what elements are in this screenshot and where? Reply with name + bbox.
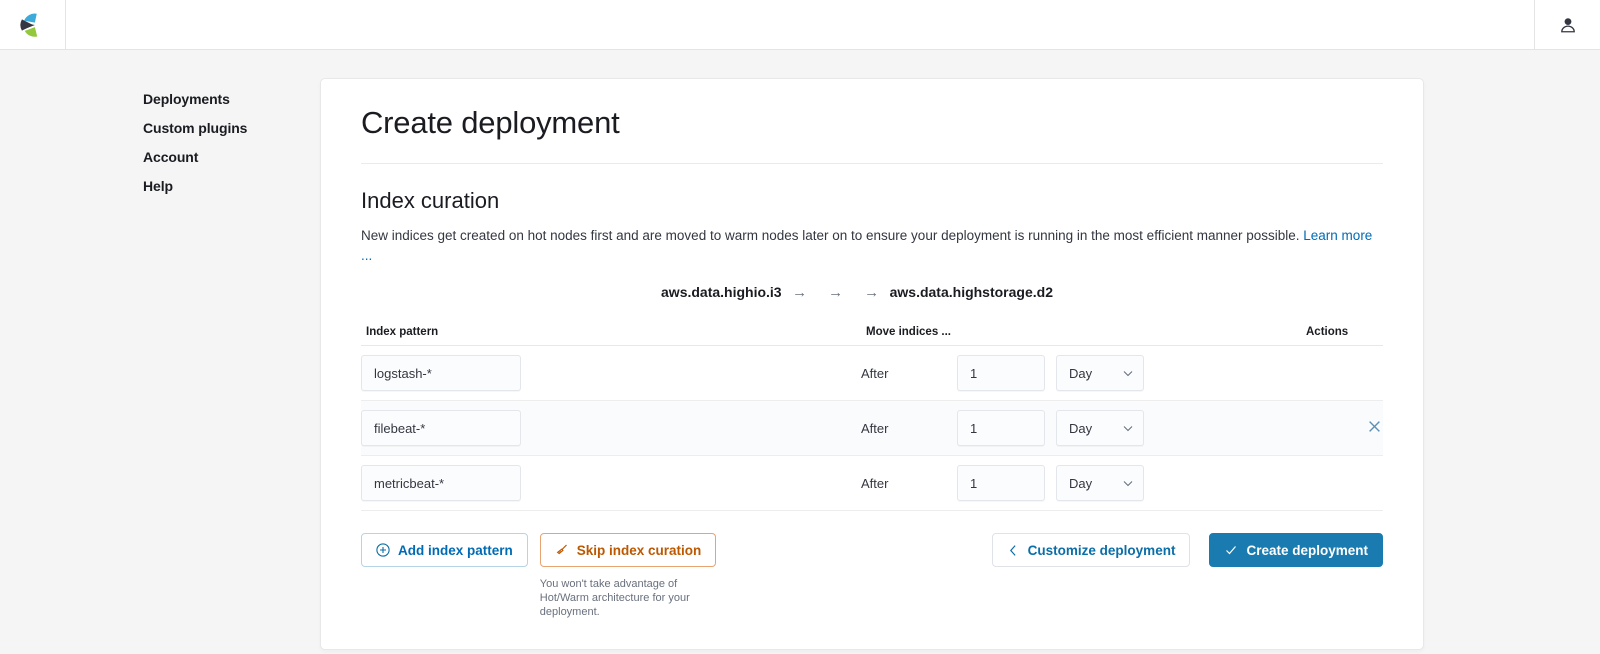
node-source-name: aws.data.highio.i3 <box>661 284 782 300</box>
move-unit-value: Day <box>1069 365 1093 381</box>
move-amount-input[interactable] <box>957 410 1045 446</box>
sidebar-item-custom-plugins[interactable]: Custom plugins <box>143 114 320 143</box>
move-amount-input[interactable] <box>957 355 1045 391</box>
index-pattern-input[interactable] <box>361 465 521 501</box>
move-unit-select[interactable]: Day <box>1056 410 1144 446</box>
skip-index-curation-label: Skip index curation <box>576 542 702 558</box>
move-controls: After Day <box>861 465 1301 501</box>
cell-move-indices: After Day <box>861 345 1301 401</box>
add-index-pattern-label: Add index pattern <box>398 542 513 558</box>
move-amount-input[interactable] <box>957 465 1045 501</box>
cell-actions <box>1301 400 1383 456</box>
index-pattern-input[interactable] <box>361 355 521 391</box>
skip-curation-note: You won't take advantage of Hot/Warm arc… <box>539 578 690 618</box>
table-body: After Day <box>361 345 1383 511</box>
table-header-row: Index pattern Move indices ... Actions <box>361 326 1383 346</box>
table-row: After Day <box>361 455 1383 511</box>
chevron-left-icon <box>1009 544 1016 556</box>
chevron-down-icon <box>1123 371 1133 377</box>
arrow-group: → → → <box>782 285 890 300</box>
footer-left-actions: Add index pattern Skip index curation Yo… <box>361 533 717 619</box>
cell-move-indices: After Day <box>861 400 1301 456</box>
cell-actions <box>1301 345 1383 401</box>
chevron-down-icon <box>1123 426 1133 432</box>
delete-row-button[interactable] <box>1366 418 1383 435</box>
cell-actions <box>1301 455 1383 511</box>
column-header-move-indices: Move indices ... <box>861 326 1301 346</box>
sidebar-item-deployments[interactable]: Deployments <box>143 85 320 114</box>
move-controls: After Day <box>861 410 1301 446</box>
column-header-index-pattern: Index pattern <box>361 326 861 346</box>
broom-icon <box>556 544 567 555</box>
check-icon <box>1226 546 1237 555</box>
cell-index-pattern <box>361 400 861 456</box>
user-menu-button[interactable] <box>1534 0 1600 50</box>
create-deployment-label: Create deployment <box>1246 542 1368 558</box>
section-description-text: New indices get created on hot nodes fir… <box>361 228 1304 243</box>
page-body: Deployments Custom plugins Account Help … <box>0 50 1600 650</box>
customize-deployment-label: Customize deployment <box>1027 542 1176 558</box>
chevron-down-icon <box>1123 481 1133 487</box>
after-label: After <box>861 365 889 381</box>
table-head: Index pattern Move indices ... Actions <box>361 326 1383 346</box>
sidebar-item-help[interactable]: Help <box>143 172 320 201</box>
elastic-logo <box>19 13 37 37</box>
elastic-logo-cell[interactable] <box>0 0 66 50</box>
footer-right-actions: Customize deployment Create deployment <box>991 533 1383 567</box>
move-controls: After Day <box>861 355 1301 391</box>
move-unit-value: Day <box>1069 420 1093 436</box>
add-index-pattern-button[interactable]: Add index pattern <box>361 533 528 567</box>
move-unit-select[interactable]: Day <box>1056 465 1144 501</box>
top-bar-spacer <box>66 0 1534 50</box>
create-deployment-panel: Create deployment Index curation New ind… <box>320 78 1424 650</box>
flow-arrow-icon: → <box>792 283 808 301</box>
after-label: After <box>861 475 889 491</box>
create-deployment-button[interactable]: Create deployment <box>1209 533 1383 567</box>
flow-arrow-icon: → <box>864 283 880 301</box>
top-bar <box>0 0 1600 50</box>
title-divider <box>361 163 1383 164</box>
skip-index-curation-button[interactable]: Skip index curation <box>539 533 717 567</box>
cell-index-pattern <box>361 345 861 401</box>
move-unit-value: Day <box>1069 475 1093 491</box>
sidebar-nav: Deployments Custom plugins Account Help <box>0 78 320 201</box>
cell-index-pattern <box>361 455 861 511</box>
move-unit-select[interactable]: Day <box>1056 355 1144 391</box>
node-flow: aws.data.highio.i3 → → → aws.data.highst… <box>361 284 1383 300</box>
cell-move-indices: After Day <box>861 455 1301 511</box>
index-curation-table: Index pattern Move indices ... Actions A… <box>361 326 1383 511</box>
node-target-name: aws.data.highstorage.d2 <box>889 284 1053 300</box>
table-row: After Day <box>361 345 1383 401</box>
user-icon <box>1560 17 1575 32</box>
page-title: Create deployment <box>361 105 620 140</box>
column-header-actions: Actions <box>1301 326 1383 346</box>
section-title-index-curation: Index curation <box>361 188 500 213</box>
skip-curation-group: Skip index curation You won't take advan… <box>539 533 717 619</box>
close-icon <box>1369 421 1380 432</box>
customize-deployment-button[interactable]: Customize deployment <box>991 533 1191 567</box>
table-row: After Day <box>361 400 1383 456</box>
panel-footer: Add index pattern Skip index curation Yo… <box>361 533 1383 649</box>
flow-arrow-icon: → <box>828 283 844 301</box>
section-description: New indices get created on hot nodes fir… <box>361 226 1383 266</box>
index-pattern-input[interactable] <box>361 410 521 446</box>
plus-circle-icon <box>376 543 390 557</box>
after-label: After <box>861 420 889 436</box>
sidebar-item-account[interactable]: Account <box>143 143 320 172</box>
